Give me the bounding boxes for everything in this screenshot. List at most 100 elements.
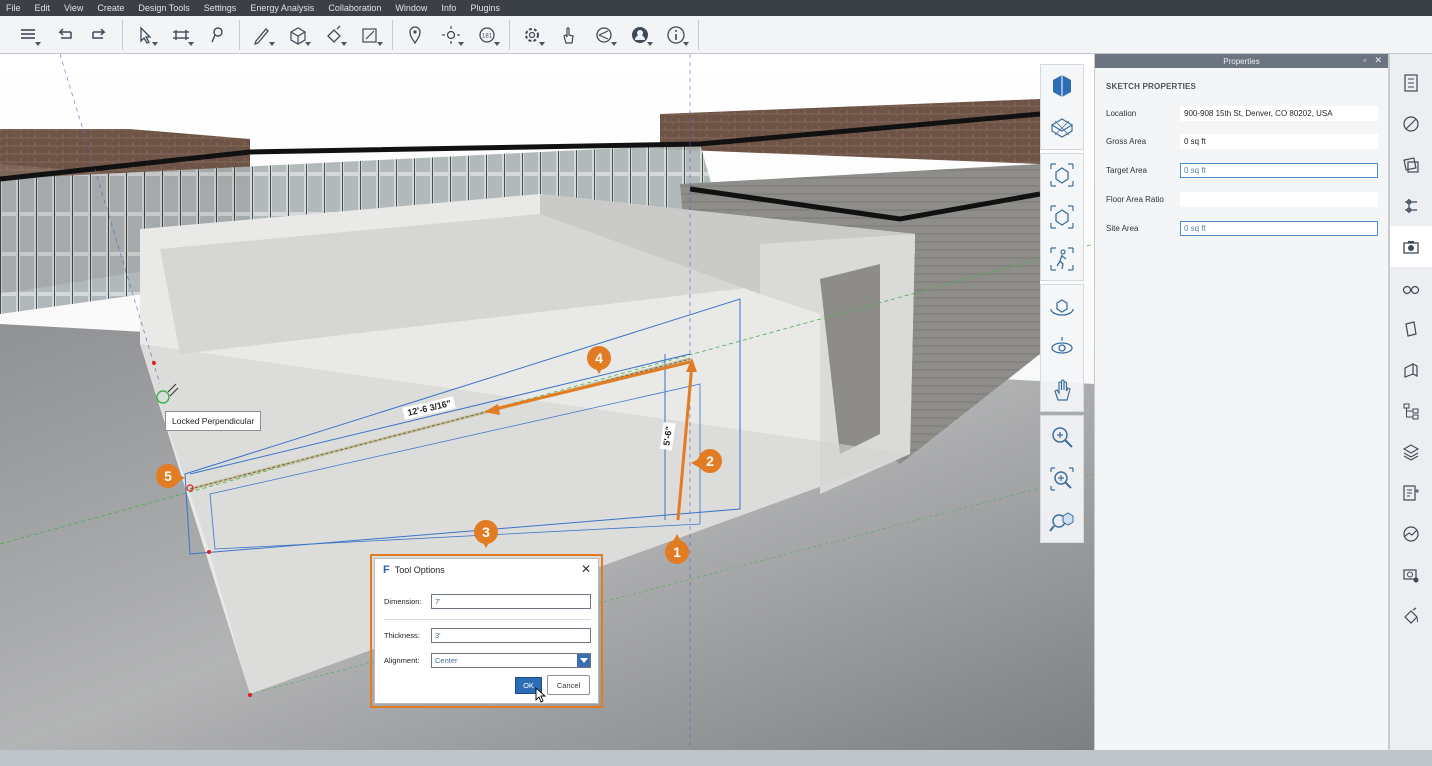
thickness-input[interactable]: 3' xyxy=(431,628,591,643)
main-toolbar: 181 xyxy=(0,16,1432,54)
thickness-row: Thickness: 3' xyxy=(384,628,591,643)
view-settings-icon[interactable] xyxy=(1390,267,1432,308)
perspective-icon[interactable] xyxy=(1041,196,1083,238)
property-label: Floor Area Ratio xyxy=(1106,194,1164,204)
pan-icon[interactable] xyxy=(1041,369,1083,411)
zoom-extents-icon[interactable] xyxy=(1041,500,1083,542)
components-icon[interactable] xyxy=(1390,308,1432,349)
callout-1: 1 xyxy=(665,534,689,570)
menu-view[interactable]: View xyxy=(64,3,83,13)
property-row-location: Location 900-908 15th St, Denver, CO 802… xyxy=(1106,104,1378,122)
zoom-icon[interactable] xyxy=(1041,416,1083,458)
dimension-row: Dimension: 7' xyxy=(384,594,591,609)
target-area-input[interactable]: 0 sq ft xyxy=(1180,162,1378,178)
home-view-icon[interactable] xyxy=(1041,107,1083,149)
menu-collaboration[interactable]: Collaboration xyxy=(328,3,381,13)
fit-view-icon[interactable] xyxy=(1041,154,1083,196)
layers-panel-icon[interactable] xyxy=(1390,431,1432,472)
menu-design-tools[interactable]: Design Tools xyxy=(138,3,189,13)
measure-icon[interactable]: 181 xyxy=(469,20,505,50)
zoom-window-icon[interactable] xyxy=(1041,458,1083,500)
hierarchy-icon[interactable] xyxy=(1390,390,1432,431)
property-row-gross-area: Gross Area 0 sq ft xyxy=(1106,132,1378,150)
draw-icon[interactable] xyxy=(244,20,280,50)
menu-edit[interactable]: Edit xyxy=(35,3,51,13)
location-icon[interactable] xyxy=(397,20,433,50)
properties-title-bar: Properties ▫ ✕ xyxy=(1095,54,1388,68)
gross-area-value: 0 sq ft xyxy=(1180,133,1378,149)
menu-file[interactable]: File xyxy=(6,3,21,13)
look-icon[interactable] xyxy=(1041,327,1083,369)
menu-window[interactable]: Window xyxy=(395,3,427,13)
inspect-icon[interactable] xyxy=(199,20,235,50)
floor-area-ratio-value xyxy=(1180,191,1378,207)
svg-text:181: 181 xyxy=(482,33,493,39)
undo-icon[interactable] xyxy=(46,20,82,50)
menu-bar: File Edit View Create Design Tools Setti… xyxy=(0,0,1432,16)
toolbar-separator xyxy=(698,19,699,50)
location-value: 900-908 15th St, Denver, CO 80202, USA xyxy=(1180,105,1378,121)
notes-icon[interactable] xyxy=(1390,472,1432,513)
account-icon[interactable] xyxy=(622,20,658,50)
paint-icon[interactable] xyxy=(316,20,352,50)
cancel-button[interactable]: Cancel xyxy=(547,675,590,695)
info-icon[interactable] xyxy=(658,20,694,50)
camera-settings-icon[interactable] xyxy=(1390,554,1432,595)
property-label: Location xyxy=(1106,108,1137,118)
callout-5: 5 xyxy=(156,464,185,494)
push-pull-icon[interactable] xyxy=(280,20,316,50)
sun-icon[interactable] xyxy=(433,20,469,50)
layers-icon[interactable] xyxy=(10,20,46,50)
analysis-icon[interactable] xyxy=(1390,513,1432,554)
dialog-divider xyxy=(384,619,591,620)
dialog-title: Tool Options xyxy=(394,565,445,575)
navigation-bar xyxy=(1040,64,1084,543)
alignment-select[interactable]: Center xyxy=(431,653,591,668)
touch-icon[interactable] xyxy=(550,20,586,50)
properties-title: Properties xyxy=(1223,56,1260,66)
levels-icon[interactable] xyxy=(1390,185,1432,226)
section-icon[interactable] xyxy=(352,20,388,50)
toolbar-separator xyxy=(122,19,123,50)
menu-energy-analysis[interactable]: Energy Analysis xyxy=(250,3,314,13)
status-bar xyxy=(0,750,1432,766)
view-cube-icon[interactable] xyxy=(1041,65,1083,107)
materials-icon[interactable] xyxy=(1390,103,1432,144)
chevron-down-icon[interactable] xyxy=(577,654,590,667)
dimension-input[interactable]: 7' xyxy=(431,594,591,609)
callout-4: 4 xyxy=(587,346,611,376)
menu-info[interactable]: Info xyxy=(441,3,456,13)
redo-icon[interactable] xyxy=(82,20,118,50)
alignment-row: Alignment: Center xyxy=(384,653,591,668)
view-mode-group xyxy=(1040,153,1084,281)
paint-bucket-icon[interactable] xyxy=(1390,595,1432,636)
walk-icon[interactable] xyxy=(1041,238,1083,280)
zoom-group xyxy=(1040,415,1084,543)
snap-point xyxy=(207,550,211,554)
menu-create[interactable]: Create xyxy=(97,3,124,13)
close-icon[interactable]: ✕ xyxy=(1374,55,1382,66)
menu-plugins[interactable]: Plugins xyxy=(470,3,500,13)
snapshots-icon[interactable] xyxy=(1389,226,1432,267)
snap-tooltip: Locked Perpendicular xyxy=(165,411,262,431)
settings-icon[interactable] xyxy=(514,20,550,50)
formit-logo: F xyxy=(383,564,390,576)
toolbar-separator xyxy=(509,19,510,50)
snap-point xyxy=(152,361,156,365)
orbit-group xyxy=(1040,284,1084,412)
move-icon[interactable] xyxy=(163,20,199,50)
toolbar-separator xyxy=(239,19,240,50)
menu-settings[interactable]: Settings xyxy=(204,3,237,13)
restore-icon[interactable]: ▫ xyxy=(1363,55,1366,66)
select-icon[interactable] xyxy=(127,20,163,50)
dialog-title-bar[interactable]: F Tool Options ✕ xyxy=(375,559,598,581)
orbit-icon[interactable] xyxy=(1041,285,1083,327)
close-icon[interactable]: ✕ xyxy=(581,563,591,575)
panel-icon-strip xyxy=(1389,54,1432,750)
property-row-target-area: Target Area 0 sq ft xyxy=(1106,161,1378,179)
properties-icon[interactable] xyxy=(1390,62,1432,103)
sections-icon[interactable] xyxy=(1390,349,1432,390)
site-area-input[interactable]: 0 sq ft xyxy=(1180,220,1378,236)
share-icon[interactable] xyxy=(586,20,622,50)
styles-icon[interactable] xyxy=(1390,144,1432,185)
